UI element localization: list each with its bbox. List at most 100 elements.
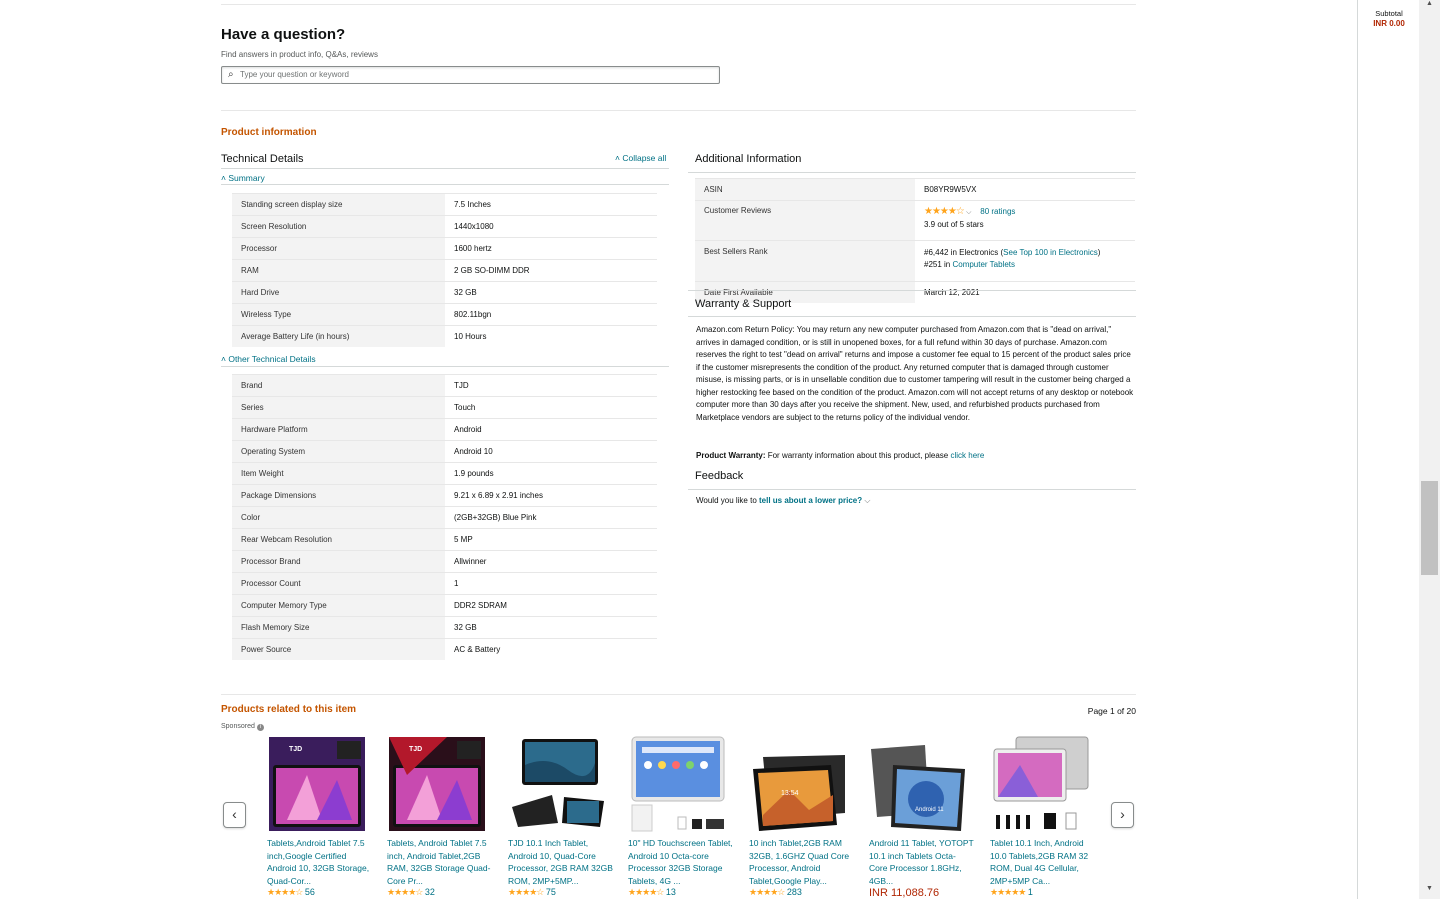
summary-toggle[interactable]: ˄ Summary — [221, 173, 265, 183]
product-image[interactable]: TJD — [387, 735, 487, 833]
product-title-link[interactable]: Tablets, Android Tablet 7.5 inch, Androi… — [387, 837, 492, 887]
product-image[interactable]: TJD — [267, 735, 367, 833]
star-rating-icon[interactable]: ★★★★☆ — [924, 206, 965, 217]
product-image[interactable] — [990, 735, 1090, 833]
spec-value: 1 — [445, 572, 657, 595]
additional-info-table: ASIN B08YR9W5VX Customer Reviews ★★★★☆ ⌵… — [695, 178, 1135, 303]
product-image[interactable] — [508, 735, 608, 833]
spec-label: Item Weight — [232, 462, 445, 485]
spec-value: TJD — [445, 374, 657, 397]
divider — [221, 168, 669, 169]
info-icon[interactable]: i — [256, 724, 264, 731]
svg-text:13:54: 13:54 — [781, 790, 799, 797]
table-row: Package Dimensions 9.21 x 6.89 x 2.91 inc… — [232, 484, 657, 507]
divider — [688, 172, 1136, 173]
spec-label: Computer Memory Type — [232, 594, 445, 617]
divider — [221, 4, 1136, 5]
subtotal-label: Subtotal — [1375, 9, 1403, 18]
rating-count[interactable]: 32 — [425, 887, 435, 897]
spec-value: 1440x1080 — [445, 215, 657, 238]
spec-value: 802.11bgn — [445, 303, 657, 326]
product-rating[interactable]: ★★★★☆ 56 — [267, 887, 372, 898]
related-products-heading: Products related to this item — [221, 704, 357, 715]
divider — [221, 184, 669, 185]
product-card[interactable]: 10" HD Touchscreen Tablet, Android 10 Oc… — [628, 735, 733, 898]
sponsored-label: Sponsored i — [221, 723, 264, 731]
spec-value: 1.9 pounds — [445, 462, 657, 485]
carousel-page-indicator: Page 1 of 20 — [1087, 706, 1136, 716]
divider — [221, 366, 669, 367]
divider — [688, 489, 1136, 490]
spec-label: Color — [232, 506, 445, 529]
feedback-prefix: Would you like to — [696, 496, 759, 505]
rating-count[interactable]: 13 — [666, 887, 676, 897]
chevron-down-icon[interactable]: ⌵ — [966, 209, 971, 216]
product-title-link[interactable]: 10" HD Touchscreen Tablet, Android 10 Oc… — [628, 837, 733, 887]
product-title-link[interactable]: TJD 10.1 Inch Tablet, Android 10, Quad-C… — [508, 837, 613, 887]
rating-count[interactable]: 75 — [546, 887, 556, 897]
divider — [221, 110, 1136, 111]
customer-reviews-label: Customer Reviews — [695, 200, 915, 241]
table-row: Hardware Platform Android — [232, 418, 657, 441]
carousel-next-button[interactable]: › — [1111, 802, 1134, 828]
product-title-link[interactable]: 10 inch Tablet,2GB RAM 32GB, 1.6GHZ Quad… — [749, 837, 854, 887]
table-row: Computer Memory Type DDR2 SDRAM — [232, 594, 657, 617]
computer-tablets-link[interactable]: Computer Tablets — [952, 260, 1015, 269]
scroll-down-arrow-icon[interactable]: ▼ — [1419, 885, 1440, 897]
product-card[interactable]: 13:54 10 inch Tablet,2GB RAM 32GB, 1.6GHZ… — [749, 735, 854, 898]
carousel-prev-button[interactable]: ‹ — [223, 802, 246, 828]
table-row: Processor 1600 hertz — [232, 237, 657, 260]
spec-value: AC & Battery — [445, 638, 657, 660]
page-scrollbar[interactable]: ▲ ▼ — [1419, 0, 1440, 899]
spec-value: 7.5 Inches — [445, 193, 657, 216]
rating-count[interactable]: 56 — [305, 887, 315, 897]
main-content: Have a question? Find answers in product… — [221, 0, 1136, 899]
product-card[interactable]: TJD 10.1 Inch Tablet, Android 10, Quad-C… — [508, 735, 613, 898]
product-title-link[interactable]: Tablet 10.1 Inch, Android 10.0 Tablets,2… — [990, 837, 1095, 887]
product-image[interactable]: 13:54 — [749, 735, 849, 833]
product-card[interactable]: TJD Tablets,Android Tablet 7.5 inch,Googl… — [267, 735, 372, 898]
spec-label: Hardware Platform — [232, 418, 445, 441]
bsr-text: #6,442 in Electronics ( — [924, 248, 1004, 257]
product-rating[interactable]: ★★★★☆ 13 — [628, 887, 733, 898]
chevron-down-icon[interactable]: ⌵ — [862, 496, 870, 505]
question-search-box[interactable]: ⌕ — [221, 66, 720, 84]
table-row: Best Sellers Rank #6,442 in Electronics … — [695, 240, 1135, 282]
product-rating[interactable]: ★★★★☆ 32 — [387, 887, 492, 898]
warranty-click-here-link[interactable]: click here — [950, 451, 984, 460]
product-image[interactable] — [628, 735, 728, 833]
product-card[interactable]: Tablet 10.1 Inch, Android 10.0 Tablets,2… — [990, 735, 1095, 898]
table-row: Wireless Type 802.11bgn — [232, 303, 657, 326]
question-search-input[interactable] — [240, 68, 710, 81]
spec-label: Flash Memory Size — [232, 616, 445, 639]
rating-count[interactable]: 283 — [787, 887, 802, 897]
product-title-link[interactable]: Tablets,Android Tablet 7.5 inch,Google C… — [267, 837, 372, 887]
warranty-support-heading: Warranty & Support — [695, 298, 792, 310]
lower-price-link[interactable]: tell us about a lower price? — [759, 496, 862, 505]
other-technical-details-toggle[interactable]: ˄ Other Technical Details — [221, 354, 316, 364]
subtotal-value: INR 0.00 — [1373, 19, 1405, 28]
product-rating[interactable]: ★★★★☆ 75 — [508, 887, 613, 898]
table-row: Hard Drive 32 GB — [232, 281, 657, 304]
product-rating[interactable]: ★★★★☆ 283 — [749, 887, 854, 898]
rating-count[interactable]: 1 — [1028, 887, 1033, 897]
see-top-100-link[interactable]: See Top 100 in Electronics — [1003, 248, 1098, 257]
product-image[interactable]: Android 11 — [869, 735, 969, 833]
product-rating[interactable]: ★★★★★ 1 — [990, 887, 1095, 898]
spec-value: 32 GB — [445, 616, 657, 639]
spec-value: (2GB+32GB) Blue Pink — [445, 506, 657, 529]
product-title-link[interactable]: Android 11 Tablet, YOTOPT 10.1 inch Tabl… — [869, 837, 974, 887]
feedback-heading: Feedback — [695, 470, 744, 482]
spec-value: 5 MP — [445, 528, 657, 551]
collapse-all-link[interactable]: ˄ Collapse all — [615, 153, 666, 163]
scrollbar-thumb[interactable] — [1421, 481, 1438, 575]
star-rating-icon: ★★★★☆ — [267, 887, 303, 897]
table-row: Brand TJD — [232, 374, 657, 397]
spec-label: Processor Brand — [232, 550, 445, 573]
question-title: Have a question? — [221, 26, 346, 43]
product-card[interactable]: TJD Tablets, Android Tablet 7.5 inch, And… — [387, 735, 492, 898]
product-card[interactable]: Android 11 Android 11 Tablet, YOTOPT 10.1… — [869, 735, 974, 899]
scroll-up-arrow-icon[interactable]: ▲ — [1419, 0, 1440, 12]
table-row: Processor Count 1 — [232, 572, 657, 595]
ratings-link[interactable]: 80 ratings — [980, 207, 1015, 216]
